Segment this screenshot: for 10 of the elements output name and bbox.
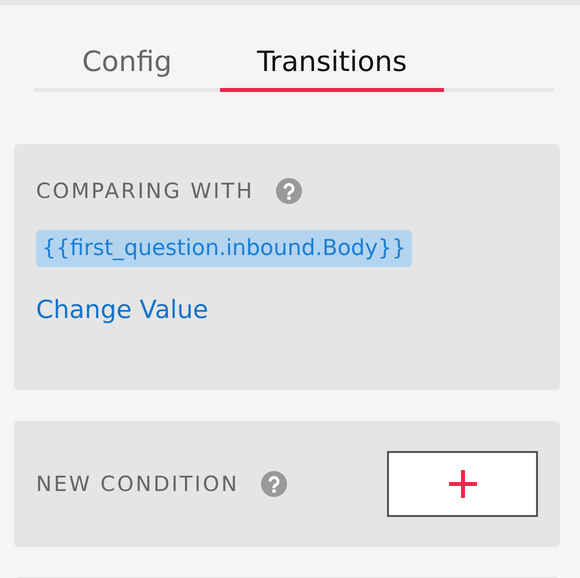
plus-icon	[448, 469, 478, 499]
section-title: COMPARING WITH	[36, 179, 254, 203]
tab[interactable]: Transitions	[220, 39, 444, 92]
help-icon[interactable]	[260, 471, 287, 497]
section-title: NEW CONDITION	[36, 472, 239, 496]
help-icon[interactable]	[276, 178, 302, 204]
add-button[interactable]	[387, 451, 538, 517]
variable-token: {{first_question.inbound.Body}}	[36, 230, 412, 267]
change-value-link[interactable]: Change Value	[36, 295, 538, 324]
tab[interactable]: Config	[34, 39, 220, 92]
